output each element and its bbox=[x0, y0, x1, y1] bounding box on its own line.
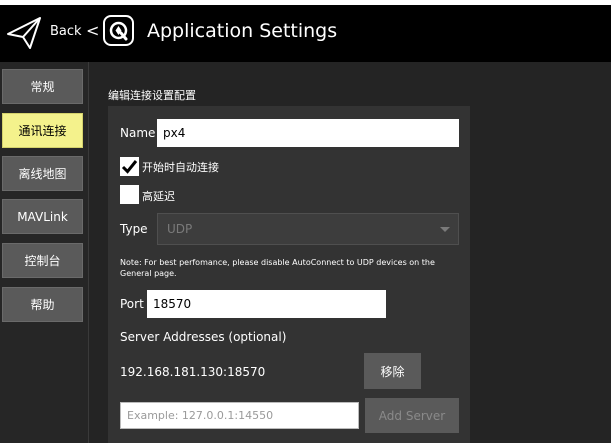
nav-item-console[interactable]: 控制台 bbox=[2, 243, 83, 278]
name-label: Name bbox=[120, 126, 156, 140]
high-latency-checkbox[interactable] bbox=[120, 185, 139, 204]
type-select-value: UDP bbox=[167, 222, 193, 236]
add-server-button[interactable]: Add Server bbox=[365, 398, 459, 433]
nav-item-offline-maps[interactable]: 离线地图 bbox=[2, 156, 83, 191]
nav-divider bbox=[88, 62, 89, 443]
high-latency-label: 高延迟 bbox=[142, 190, 175, 203]
port-field[interactable]: 18570 bbox=[147, 290, 386, 318]
toolbar-top-line bbox=[0, 0, 611, 5]
page-title: Application Settings bbox=[147, 20, 338, 42]
nav-item-mavlink[interactable]: MAVLink bbox=[2, 199, 83, 234]
name-field[interactable]: px4 bbox=[157, 119, 459, 147]
nav-item-general[interactable]: 常规 bbox=[2, 69, 83, 104]
section-title: 编辑连接设置配置 bbox=[108, 89, 196, 102]
paper-plane-icon[interactable] bbox=[6, 15, 42, 51]
checkmark-icon bbox=[121, 160, 138, 174]
type-label: Type bbox=[120, 222, 148, 236]
qgc-logo-icon bbox=[103, 15, 134, 46]
nav-item-help[interactable]: 帮助 bbox=[2, 287, 83, 322]
udp-note: Note: For best perfomance, please disabl… bbox=[120, 258, 435, 278]
chevron-down-icon bbox=[440, 227, 450, 232]
nav-item-comm-links[interactable]: 通讯连接 bbox=[2, 113, 83, 148]
autoconnect-label: 开始时自动连接 bbox=[142, 161, 219, 174]
port-label: Port bbox=[120, 297, 144, 311]
server-address-input[interactable] bbox=[120, 402, 359, 429]
chevron-left-icon: < bbox=[86, 21, 100, 40]
remove-server-button[interactable]: 移除 bbox=[364, 353, 421, 389]
server-addresses-label: Server Addresses (optional) bbox=[120, 330, 287, 344]
settings-nav: 常规 通讯连接 离线地图 MAVLink 控制台 帮助 bbox=[0, 62, 88, 443]
type-select[interactable]: UDP bbox=[157, 213, 459, 245]
server-address-item: 192.168.181.130:18570 bbox=[120, 365, 266, 379]
toolbar: Back < Application Settings bbox=[0, 0, 611, 62]
back-link[interactable]: Back bbox=[50, 24, 82, 39]
autoconnect-checkbox[interactable] bbox=[120, 157, 139, 176]
